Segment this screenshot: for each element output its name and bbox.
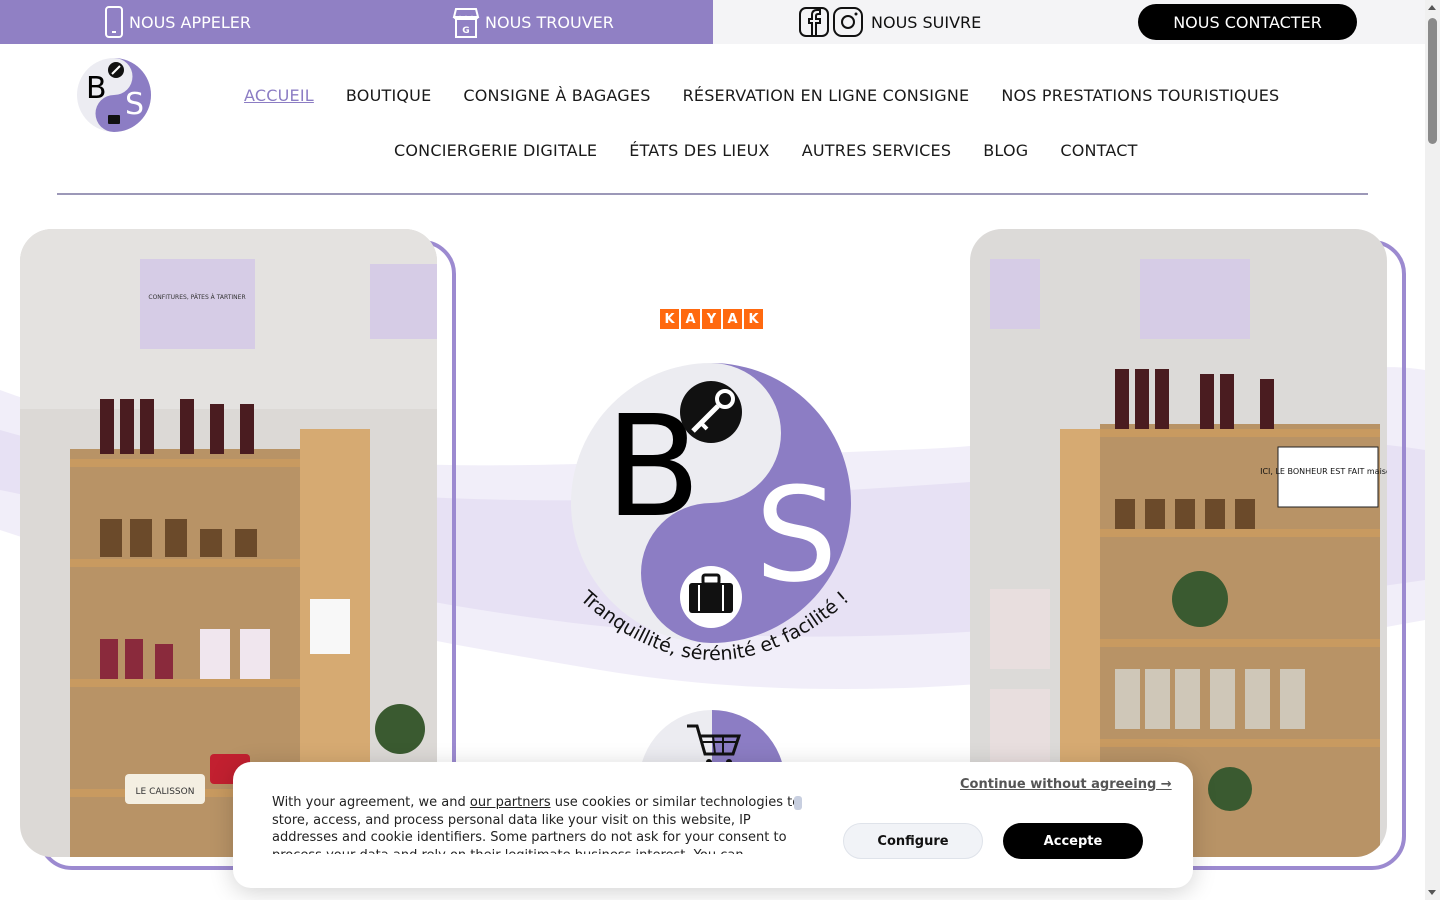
nav-item-consigne[interactable]: CONSIGNE À BAGAGES xyxy=(463,86,650,105)
left-shelf-sign: CONFITURES, PÂTES À TARTINER xyxy=(148,294,245,301)
kayak-letter: K xyxy=(744,309,763,329)
kayak-letter: K xyxy=(660,309,679,329)
topbar-social-strip: NOUS SUIVRE NOUS CONTACTER xyxy=(713,0,1425,44)
nav-item-contact[interactable]: CONTACT xyxy=(1060,141,1137,160)
shop-cart-logo[interactable] xyxy=(637,708,787,768)
nav-item-reservation[interactable]: RÉSERVATION EN LIGNE CONSIGNE xyxy=(683,86,970,105)
cookie-text-scrollbar[interactable] xyxy=(794,796,802,810)
page-scrollbar[interactable] xyxy=(1425,0,1440,900)
scroll-down-arrow[interactable] xyxy=(1428,890,1436,895)
suitcase-icon xyxy=(680,566,742,628)
facebook-icon[interactable] xyxy=(799,7,829,37)
kayak-letter: Y xyxy=(702,309,721,329)
find-link[interactable]: G NOUS TROUVER xyxy=(451,6,614,38)
configure-button[interactable]: Configure xyxy=(843,823,983,859)
main-nav-row1: ACCUEIL BOUTIQUE CONSIGNE À BAGAGES RÉSE… xyxy=(244,86,1279,105)
continue-without-agreeing-link[interactable]: Continue without agreeing → xyxy=(960,777,1172,792)
partners-link[interactable]: our partners xyxy=(470,795,551,810)
cookie-consent-banner: With your agreement, we and our partners… xyxy=(233,762,1193,888)
nav-divider xyxy=(57,193,1368,195)
nav-item-autres-services[interactable]: AUTRES SERVICES xyxy=(802,141,952,160)
accept-button[interactable]: Accepte xyxy=(1003,823,1143,859)
nav-item-prestations[interactable]: NOS PRESTATIONS TOURISTIQUES xyxy=(1001,86,1279,105)
follow-group: NOUS SUIVRE xyxy=(799,6,981,38)
kayak-letter: A xyxy=(681,309,700,329)
logo-letter-s-large: S xyxy=(755,459,838,611)
kayak-letter: A xyxy=(723,309,742,329)
nav-item-blog[interactable]: BLOG xyxy=(983,141,1028,160)
cookie-text: With your agreement, we and our partners… xyxy=(272,795,800,854)
follow-label: NOUS SUIVRE xyxy=(871,12,982,32)
logo-letter-b: B xyxy=(86,71,107,106)
scroll-up-arrow[interactable] xyxy=(1428,5,1436,10)
nav-item-conciergerie[interactable]: CONCIERGERIE DIGITALE xyxy=(394,141,597,160)
right-shelf-sign: ICI, LE BONHEUR EST FAIT maison xyxy=(1260,467,1387,476)
find-label: NOUS TROUVER xyxy=(485,12,614,32)
store-icon: G xyxy=(452,8,480,38)
site-logo[interactable]: B S xyxy=(75,56,153,134)
phone-icon xyxy=(105,6,123,38)
topbar-contact-strip: NOUS APPELER G NOUS TROUVER xyxy=(0,0,713,44)
main-nav-row2: CONCIERGERIE DIGITALE ÉTATS DES LIEUX AU… xyxy=(394,141,1138,160)
calisson-label: LE CALISSON xyxy=(136,787,195,797)
nav-item-accueil[interactable]: ACCUEIL xyxy=(244,86,314,105)
top-bar: NOUS APPELER G NOUS TROUVER NOUS SUIVRE … xyxy=(0,0,1425,44)
call-label: NOUS APPELER xyxy=(129,12,252,32)
kayak-badge[interactable]: K A Y A K xyxy=(660,309,763,329)
instagram-icon[interactable] xyxy=(833,7,863,37)
nav-item-etats-des-lieux[interactable]: ÉTATS DES LIEUX xyxy=(629,141,769,160)
brand-logo-large: B S Tranquillité, sérénité et facilité ! xyxy=(571,363,853,665)
nav-item-boutique[interactable]: BOUTIQUE xyxy=(346,86,432,105)
contact-us-button[interactable]: NOUS CONTACTER xyxy=(1138,4,1357,40)
key-icon xyxy=(680,381,742,443)
svg-text:G: G xyxy=(462,26,469,36)
call-link[interactable]: NOUS APPELER xyxy=(103,6,251,38)
logo-letter-s: S xyxy=(125,87,144,122)
scroll-thumb[interactable] xyxy=(1428,18,1437,144)
